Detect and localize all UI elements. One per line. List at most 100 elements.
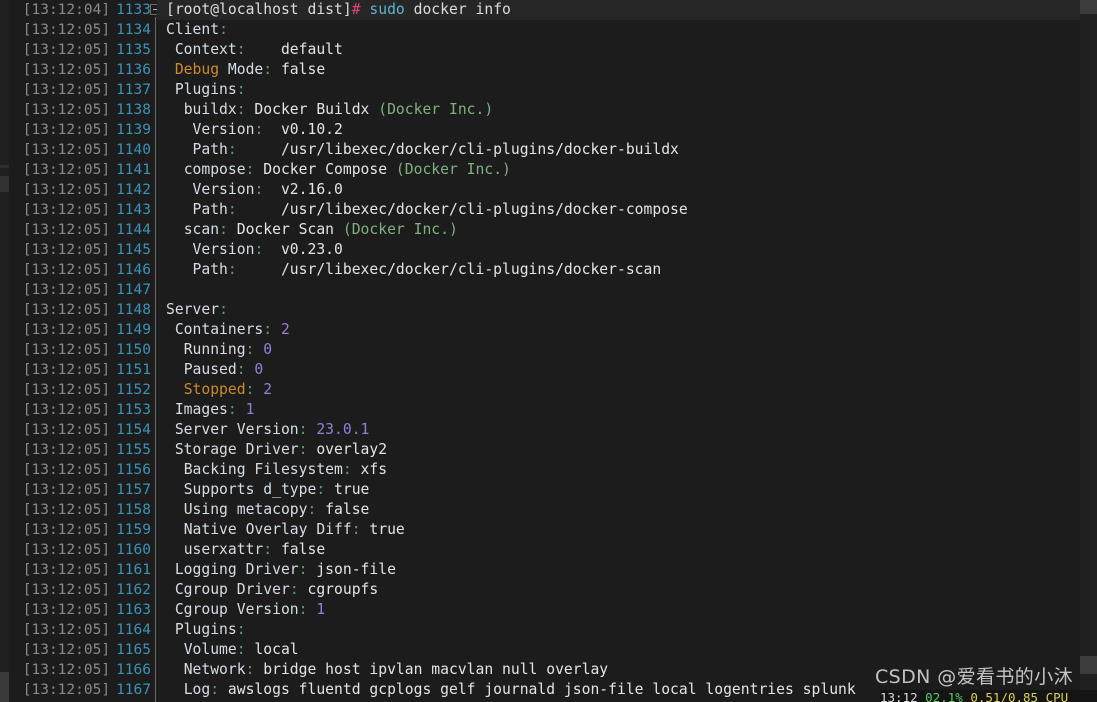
- gutter-line-number: 1160: [116, 542, 151, 558]
- gutter-row: [13:12:05] 1141: [9, 160, 157, 180]
- output-value: true: [325, 481, 370, 498]
- output-value: false: [272, 61, 326, 78]
- output-value: /usr/libexec/docker/cli-plugins/docker-b…: [236, 141, 679, 158]
- output-key: Cgroup Driver: [174, 581, 290, 598]
- output-key: Path: [192, 201, 228, 218]
- gutter-timestamp: [13:12:05]: [22, 122, 111, 138]
- left-rail-thumb[interactable]: [0, 672, 9, 702]
- gutter-line-number: 1163: [116, 602, 151, 618]
- output-line: Volume: local: [157, 640, 1097, 660]
- gutter-row: [13:12:05] 1167: [9, 680, 157, 700]
- gutter-line-number: 1162: [116, 582, 151, 598]
- terminal-output-pane[interactable]: [root@localhost dist]# sudo docker info C…: [157, 0, 1097, 702]
- output-keyword: Debug: [174, 61, 220, 78]
- vertical-scrollbar[interactable]: [1080, 0, 1097, 702]
- gutter-row: [13:12:05] 1162: [9, 580, 157, 600]
- output-value: v0.23.0: [263, 241, 343, 258]
- output-keyword: Stopped: [183, 381, 246, 398]
- gutter-row: [13:12:05] 1160: [9, 540, 157, 560]
- scrollbar-thumb-top[interactable]: [1080, 0, 1097, 14]
- output-colon: :: [227, 401, 237, 418]
- gutter-row: [13:12:05] 1158: [9, 500, 157, 520]
- output-line: Server:: [157, 300, 1097, 320]
- output-colon: :: [254, 241, 264, 258]
- gutter-line-number: 1167: [116, 682, 151, 698]
- output-line: Plugins:: [157, 80, 1097, 100]
- output-colon: :: [219, 221, 228, 238]
- output-key: Native Overlay Diff: [183, 521, 352, 538]
- gutter-line-number: 1159: [116, 522, 151, 538]
- gutter-timestamp: [13:12:05]: [22, 362, 111, 378]
- status-load: 0.51/0.85 CPU: [970, 690, 1069, 702]
- gutter-timestamp: [13:12:05]: [22, 522, 111, 538]
- output-number-value: 0: [254, 341, 273, 358]
- output-paren: (Docker Inc.): [378, 101, 494, 118]
- terminal-window: [13:12:04] 1133 [13:12:05] 1134 [13:12:05] 11…: [0, 0, 1097, 702]
- gutter-timestamp: [13:12:05]: [22, 642, 111, 658]
- gutter-row: [13:12:05] 1152: [9, 380, 157, 400]
- output-value: cgroupfs: [298, 581, 379, 598]
- output-key: Context: [174, 41, 237, 58]
- gutter-timestamp: [13:12:05]: [22, 42, 111, 58]
- gutter-line-number: 1133: [116, 2, 151, 18]
- output-colon: :: [219, 301, 228, 318]
- output-colon: :: [263, 61, 273, 78]
- gutter-row: [13:12:05] 1151: [9, 360, 157, 380]
- output-line: Path: /usr/libexec/docker/cli-plugins/do…: [157, 200, 1097, 220]
- gutter-timestamp: [13:12:05]: [22, 542, 111, 558]
- output-line: Context: default: [157, 40, 1097, 60]
- output-value: json-file: [307, 561, 396, 578]
- output-colon: :: [210, 681, 220, 698]
- output-line: Client:: [157, 20, 1097, 40]
- output-colon: :: [254, 181, 264, 198]
- gutter-line-number: 1154: [116, 422, 151, 438]
- output-key: Version: [192, 121, 255, 138]
- output-key: scan: [183, 221, 220, 238]
- output-line: Version: v2.16.0: [157, 180, 1097, 200]
- output-colon: :: [316, 481, 326, 498]
- gutter-timestamp: [13:12:05]: [22, 262, 111, 278]
- gutter-line-number: 1138: [116, 102, 151, 118]
- output-value: v2.16.0: [263, 181, 343, 198]
- gutter-line-number: 1161: [116, 562, 151, 578]
- gutter-line-number: 1135: [116, 42, 151, 58]
- output-value: Docker Scan: [227, 221, 343, 238]
- output-key: Plugins: [174, 621, 237, 638]
- gutter-line-number: 1145: [116, 242, 151, 258]
- output-colon: :: [307, 501, 317, 518]
- gutter-line-number: 1137: [116, 82, 151, 98]
- output-key: Storage Driver: [174, 441, 299, 458]
- output-line: Debug Mode: false: [157, 60, 1097, 80]
- scrollbar-thumb-bottom[interactable]: [1080, 656, 1097, 674]
- gutter-timestamp: [13:12:05]: [22, 502, 111, 518]
- output-line: userxattr: false: [157, 540, 1097, 560]
- gutter-timestamp: [13:12:05]: [22, 242, 111, 258]
- gutter-row: [13:12:05] 1153: [9, 400, 157, 420]
- output-number-value: 23.0.1: [307, 421, 370, 438]
- watermark: CSDN @爱看书的小沐: [874, 666, 1073, 688]
- output-key: Path: [192, 261, 228, 278]
- output-line: Server Version: 23.0.1: [157, 420, 1097, 440]
- gutter-row: [13:12:05] 1165: [9, 640, 157, 660]
- gutter-row: [13:12:04] 1133: [9, 0, 157, 20]
- output-line: buildx: Docker Buildx (Docker Inc.): [157, 100, 1097, 120]
- gutter-line-number: 1157: [116, 482, 151, 498]
- output-number-value: 1: [236, 401, 255, 418]
- output-key: Server: [166, 301, 220, 318]
- gutter-row: [13:12:05] 1145: [9, 240, 157, 260]
- gutter-timestamp: [13:12:05]: [22, 602, 111, 618]
- gutter-timestamp: [13:12:05]: [22, 182, 111, 198]
- output-key: Using metacopy: [183, 501, 308, 518]
- output-value: /usr/libexec/docker/cli-plugins/docker-c…: [236, 201, 688, 218]
- output-key: Containers: [174, 321, 264, 338]
- left-rail-mark: [0, 165, 9, 168]
- gutter-row: [13:12:05] 1163: [9, 600, 157, 620]
- output-colon: :: [236, 621, 246, 638]
- left-rail-mark: [0, 176, 9, 192]
- command-sudo: sudo: [369, 1, 405, 18]
- gutter-line-number: 1143: [116, 202, 151, 218]
- gutter-row: [13:12:05] 1148: [9, 300, 157, 320]
- gutter-line-number: 1136: [116, 62, 151, 78]
- gutter-timestamp: [13:12:05]: [22, 282, 111, 298]
- gutter-line-number: 1139: [116, 122, 151, 138]
